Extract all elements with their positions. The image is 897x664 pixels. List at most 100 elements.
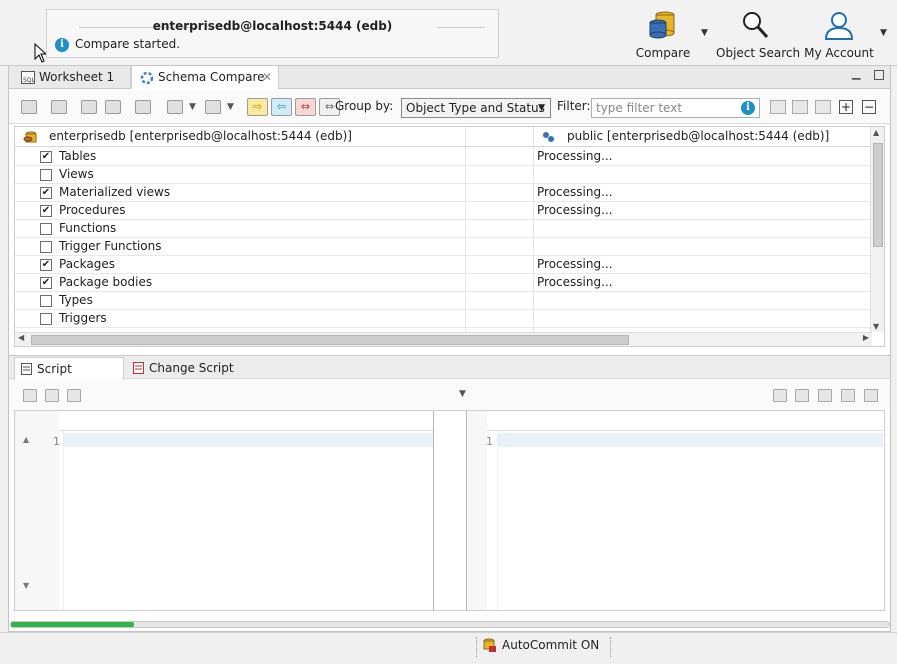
object-search-label: Object Search xyxy=(716,46,801,60)
left-source-header: enterprisedb [enterprisedb@localhost:544… xyxy=(49,129,352,143)
collapse-all-icon[interactable]: − xyxy=(862,100,876,114)
copy-icon[interactable] xyxy=(45,389,59,402)
table-row[interactable]: ✔ Packages Processing... xyxy=(15,256,872,274)
checkbox[interactable]: ✔ xyxy=(40,277,52,289)
table-row[interactable]: Triggers xyxy=(15,310,872,328)
table-row[interactable]: ✔ Procedures Processing... xyxy=(15,202,872,220)
notification-title: enterprisedb@localhost:5444 (edb) xyxy=(152,19,393,33)
database-icon xyxy=(23,131,37,143)
checkbox[interactable] xyxy=(40,169,52,181)
tab-worksheet-label: Worksheet 1 xyxy=(39,70,115,84)
compare-progress-bar xyxy=(10,621,890,628)
scroll-up-icon[interactable]: ▲ xyxy=(873,128,879,137)
checkbox[interactable]: ✔ xyxy=(40,259,52,271)
filter-placeholder: type filter text xyxy=(596,101,683,115)
checkbox[interactable] xyxy=(40,295,52,307)
my-account-label: My Account xyxy=(804,46,874,60)
search-icon xyxy=(743,12,769,39)
checkbox[interactable] xyxy=(40,313,52,325)
checkbox[interactable] xyxy=(40,241,52,253)
database-compare-icon xyxy=(649,11,675,39)
svg-text:SQL: SQL xyxy=(23,77,35,84)
close-icon[interactable]: ✕ xyxy=(262,66,272,88)
chevron-down-icon: ▼ xyxy=(538,103,545,113)
filter-apply-icon[interactable] xyxy=(770,100,786,114)
filter-clear-icon[interactable] xyxy=(792,100,808,114)
options-icon[interactable] xyxy=(205,100,221,114)
tab-change-script[interactable]: Change Script xyxy=(127,357,237,380)
compare-button[interactable]: Compare xyxy=(632,10,694,60)
table-row[interactable]: ✔ Tables Processing... xyxy=(15,148,872,166)
table-row[interactable]: Trigger Functions xyxy=(15,238,872,256)
show-differences-button[interactable]: ⇔ xyxy=(295,98,316,116)
save-icon[interactable] xyxy=(51,100,67,114)
checkbox[interactable]: ✔ xyxy=(40,151,52,163)
left-line-number: 1 xyxy=(53,435,60,448)
minimize-icon[interactable]: ▁ xyxy=(852,67,860,80)
tools-icon[interactable] xyxy=(815,100,831,114)
sql-sheet-icon: SQL xyxy=(21,71,35,84)
left-script-editor[interactable] xyxy=(63,431,433,610)
right-target-header: public [enterprisedb@localhost:5444 (edb… xyxy=(567,129,830,143)
export-icon[interactable] xyxy=(167,100,183,114)
merge-right-icon[interactable] xyxy=(105,100,121,114)
scroll-left-icon[interactable]: ◀ xyxy=(18,333,24,342)
show-left-only-button[interactable]: ⇨ xyxy=(247,98,268,116)
group-by-value: Object Type and Status xyxy=(406,101,545,115)
table-row[interactable]: ✔ Materialized views Processing... xyxy=(15,184,872,202)
tab-script-definition[interactable]: Script Definition xyxy=(14,357,124,398)
tab-schema-compare[interactable]: Schema Compare ✕ xyxy=(131,66,279,89)
checkbox[interactable]: ✔ xyxy=(40,187,52,199)
scroll-down-icon[interactable]: ▼ xyxy=(23,581,29,590)
tab-worksheet-1[interactable]: SQL Worksheet 1 xyxy=(13,66,131,89)
table-row[interactable]: Types xyxy=(15,292,872,310)
table-row[interactable]: ✔ Package bodies Processing... xyxy=(15,274,872,292)
compare-dropdown-icon[interactable]: ▼ xyxy=(701,28,708,38)
report-icon[interactable] xyxy=(135,100,151,114)
refresh-icon[interactable] xyxy=(21,100,37,114)
options-dropdown-icon[interactable]: ▼ xyxy=(227,102,234,112)
checkbox[interactable]: ✔ xyxy=(40,205,52,217)
expand-all-icon[interactable]: + xyxy=(839,100,853,114)
script-diff-pane: ▲ ▼ 1 1 xyxy=(14,410,885,611)
scroll-up-icon[interactable]: ▲ xyxy=(23,435,29,444)
autocommit-status[interactable]: AutoCommit ON xyxy=(502,638,599,652)
my-account-dropdown-icon[interactable]: ▼ xyxy=(880,28,887,38)
right-script-editor[interactable] xyxy=(497,431,883,610)
right-gutter xyxy=(467,411,487,610)
tab-schema-compare-label: Schema Compare xyxy=(158,70,265,84)
chevron-down-icon[interactable]: ▼ xyxy=(459,389,466,399)
table-row[interactable]: Views xyxy=(15,166,872,184)
apply-icon[interactable] xyxy=(773,389,787,402)
script-icon xyxy=(21,363,32,375)
merge-left-icon[interactable] xyxy=(81,100,97,114)
apply-icon[interactable] xyxy=(23,389,37,402)
export-dropdown-icon[interactable]: ▼ xyxy=(189,102,196,112)
maximize-icon[interactable] xyxy=(874,70,884,80)
export-script-icon[interactable] xyxy=(841,389,855,402)
user-avatar-icon xyxy=(824,12,854,40)
scrollbar-thumb[interactable] xyxy=(31,335,629,345)
editor-tabs: SQL Worksheet 1 Schema Compare ✕ ▁ xyxy=(9,66,890,89)
object-search-button[interactable]: Object Search xyxy=(716,10,801,60)
save-script-icon[interactable] xyxy=(818,389,832,402)
diff-connector xyxy=(433,411,467,610)
my-account-button[interactable]: My Account xyxy=(803,10,875,60)
show-right-only-button[interactable]: ⇦ xyxy=(271,98,292,116)
scroll-right-icon[interactable]: ▶ xyxy=(863,333,869,342)
table-row[interactable]: Functions xyxy=(15,220,872,238)
checkbox[interactable] xyxy=(40,223,52,235)
scroll-down-icon[interactable]: ▼ xyxy=(873,322,879,331)
change-script-icon xyxy=(133,362,144,374)
filter-label: Filter: xyxy=(557,99,591,113)
split-view-icon[interactable] xyxy=(864,389,878,402)
save-script-icon[interactable] xyxy=(67,389,81,402)
horizontal-scrollbar[interactable]: ◀ ▶ xyxy=(15,332,872,346)
mouse-cursor-icon xyxy=(34,43,46,63)
filter-input[interactable]: type filter text i xyxy=(591,98,760,118)
vertical-scrollbar[interactable]: ▲ ▼ xyxy=(870,127,884,332)
scrollbar-thumb[interactable] xyxy=(873,143,883,247)
group-by-select[interactable]: Object Type and Status ▼ xyxy=(401,98,551,118)
copy-icon[interactable] xyxy=(795,389,809,402)
autocommit-icon xyxy=(483,638,496,652)
